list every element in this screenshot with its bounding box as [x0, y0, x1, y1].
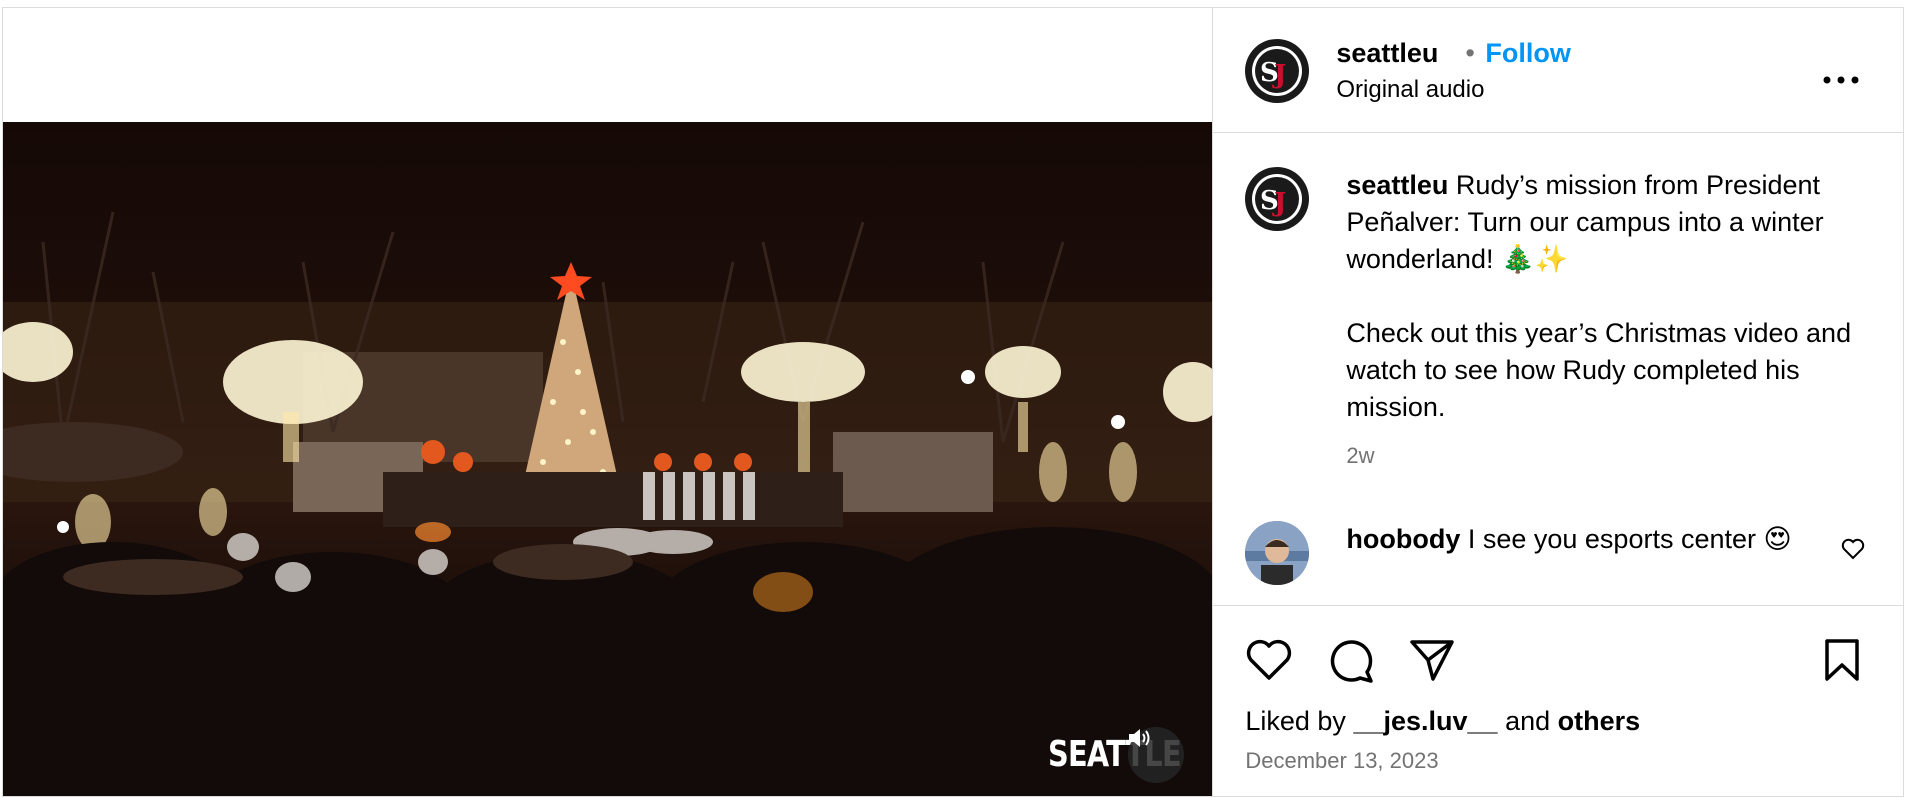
separator-dot: • — [1465, 38, 1475, 68]
more-options-button[interactable] — [1823, 58, 1859, 92]
comment-like-icon — [1842, 538, 1865, 560]
action-bar: Liked by __jes.luv__ and others December… — [1213, 606, 1903, 796]
caption-line-2: Check out this year’s Christmas video an… — [1346, 318, 1852, 422]
media-pane: SEATTLE — [3, 8, 1214, 796]
author-avatar[interactable]: S J — [1245, 39, 1310, 103]
author-username[interactable]: seattleu — [1336, 38, 1438, 69]
seattleu-logo-icon: S J — [1252, 46, 1303, 96]
sound-toggle-button[interactable] — [1128, 727, 1184, 783]
comment-button[interactable] — [1327, 638, 1375, 689]
caption-text: seattleu Rudy’s mission from President P… — [1346, 167, 1866, 426]
comments-section: S J seattleu Rudy’s mission from Preside… — [1213, 133, 1903, 606]
like-icon — [1247, 639, 1292, 680]
save-icon — [1825, 639, 1860, 681]
like-button[interactable] — [1245, 638, 1293, 687]
post-sidebar: S J seattleu • Follow Original audio S J… — [1213, 8, 1903, 796]
likes-prefix: Liked by — [1245, 706, 1354, 736]
svg-text:J: J — [1272, 188, 1286, 218]
commenter-avatar[interactable] — [1245, 521, 1310, 585]
share-button[interactable] — [1409, 638, 1455, 687]
caption-username[interactable]: seattleu — [1346, 170, 1448, 200]
avatar-photo — [1245, 521, 1310, 585]
post-date[interactable]: December 13, 2023 — [1245, 748, 1438, 774]
audio-label[interactable]: Original audio — [1336, 76, 1484, 104]
reel-video[interactable]: SEATTLE — [3, 122, 1213, 796]
comment-text: hoobody I see you esports center 😍 — [1346, 521, 1826, 558]
save-button[interactable] — [1823, 638, 1861, 687]
post-card: SEATTLE S J seattleu • Follow Original a… — [2, 7, 1904, 797]
caption-avatar[interactable]: S J — [1245, 167, 1310, 231]
comment-like-button[interactable] — [1841, 538, 1865, 565]
likes-summary: Liked by __jes.luv__ and others — [1245, 706, 1640, 737]
share-icon — [1410, 640, 1455, 681]
video-frame-illustration — [3, 211, 1213, 796]
likes-others-link[interactable]: others — [1558, 706, 1641, 736]
post-header: S J seattleu • Follow Original audio — [1213, 8, 1903, 133]
likes-middle: and — [1497, 706, 1558, 736]
more-icon — [1823, 76, 1859, 84]
caption-timestamp[interactable]: 2w — [1346, 443, 1374, 469]
commenter-username[interactable]: hoobody — [1346, 524, 1460, 554]
seattleu-logo-icon: S J — [1252, 174, 1303, 224]
comment-icon — [1331, 640, 1374, 683]
follow-button[interactable]: Follow — [1485, 38, 1570, 69]
sound-icon — [1129, 729, 1150, 747]
liker-username[interactable]: __jes.luv__ — [1353, 706, 1497, 736]
comment-body: I see you esports center 😍 — [1460, 524, 1792, 554]
svg-text:J: J — [1272, 60, 1286, 90]
